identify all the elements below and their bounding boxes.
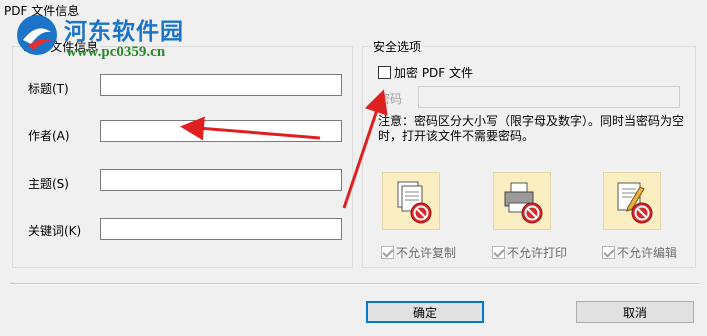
title-label: 标题(T) — [28, 82, 69, 96]
encrypt-pdf-checkbox-row[interactable]: 加密 PDF 文件 — [378, 64, 473, 81]
no-copy-checkbox-row: 不允许复制 — [381, 244, 456, 261]
no-print-checkbox-row: 不允许打印 — [492, 244, 567, 261]
password-note: 注意：密码区分大小写（限字母及数字）。同时当密码为空时，打开该文件不需要密码。 — [378, 114, 685, 143]
password-input — [418, 86, 680, 108]
keywords-label: 关键词(K) — [28, 224, 82, 238]
keywords-input[interactable] — [100, 218, 342, 240]
no-copy-checkbox — [381, 246, 394, 259]
subject-label: 主题(S) — [28, 177, 69, 191]
title-input[interactable] — [100, 74, 342, 96]
copy-denied-icon — [382, 172, 440, 230]
file-info-legend: PDF 文件信息 — [23, 40, 99, 54]
cancel-button[interactable]: 取消 — [576, 301, 694, 323]
author-input[interactable] — [100, 120, 342, 142]
print-denied-icon — [493, 172, 551, 230]
no-edit-checkbox-row: 不允许编辑 — [602, 244, 677, 261]
no-print-checkbox — [492, 246, 505, 259]
divider — [10, 283, 700, 285]
edit-denied-icon — [603, 172, 661, 230]
no-edit-label: 不允许编辑 — [617, 246, 678, 260]
security-options-legend: 安全选项 — [373, 40, 422, 54]
subject-input[interactable] — [100, 169, 342, 191]
encrypt-pdf-checkbox[interactable] — [378, 66, 391, 79]
window-title: PDF 文件信息 — [4, 4, 80, 18]
no-print-label: 不允许打印 — [507, 246, 568, 260]
author-label: 作者(A) — [28, 129, 70, 143]
no-edit-checkbox — [602, 246, 615, 259]
encrypt-pdf-label: 加密 PDF 文件 — [394, 66, 474, 80]
ok-button[interactable]: 确定 — [366, 301, 484, 323]
no-copy-label: 不允许复制 — [396, 246, 457, 260]
password-label: 密码 — [378, 92, 403, 106]
